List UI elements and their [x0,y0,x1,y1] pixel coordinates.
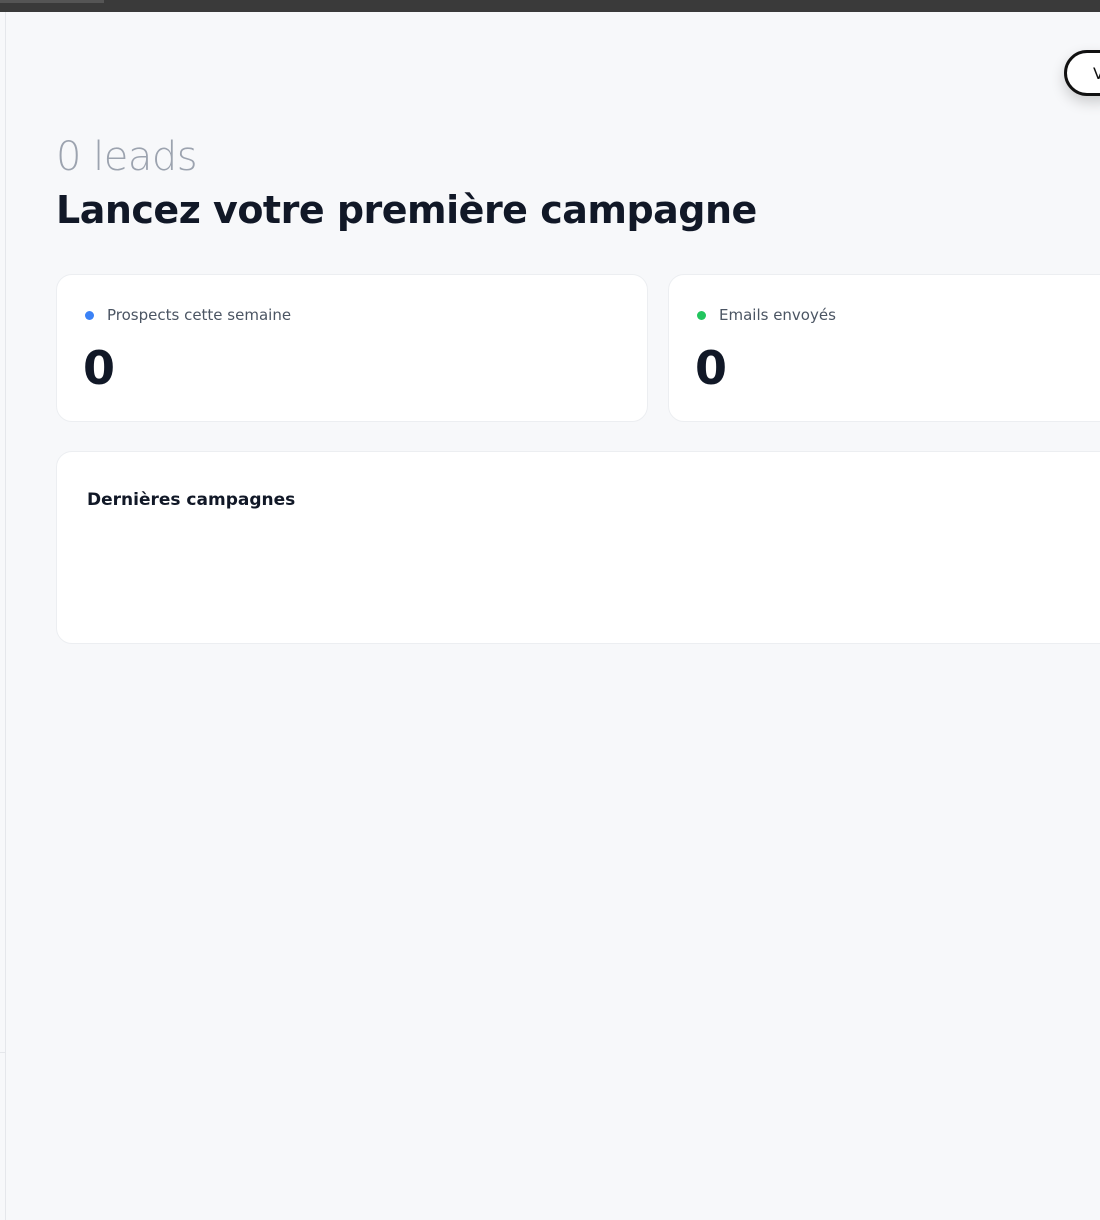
stat-label-emails: Emails envoyés [719,306,836,324]
status-dot-blue-icon [85,311,94,320]
status-dot-green-icon [697,311,706,320]
stat-value-prospects: 0 [83,341,116,395]
leads-count: 0 leads [56,134,198,180]
top-right-action-label: V [1093,64,1100,83]
recent-campaigns-card: Dernières campagnes [56,451,1100,644]
stat-card-emails: Emails envoyés 0 [668,274,1100,422]
recent-campaigns-title: Dernières campagnes [87,490,296,510]
tab-strip-stub [0,0,104,3]
window-top-bar [0,0,1100,12]
stat-value-emails: 0 [695,341,728,395]
stat-card-prospects: Prospects cette semaine 0 [56,274,648,422]
page-title: Lancez votre première campagne [56,188,757,232]
stat-label-prospects: Prospects cette semaine [107,306,292,324]
